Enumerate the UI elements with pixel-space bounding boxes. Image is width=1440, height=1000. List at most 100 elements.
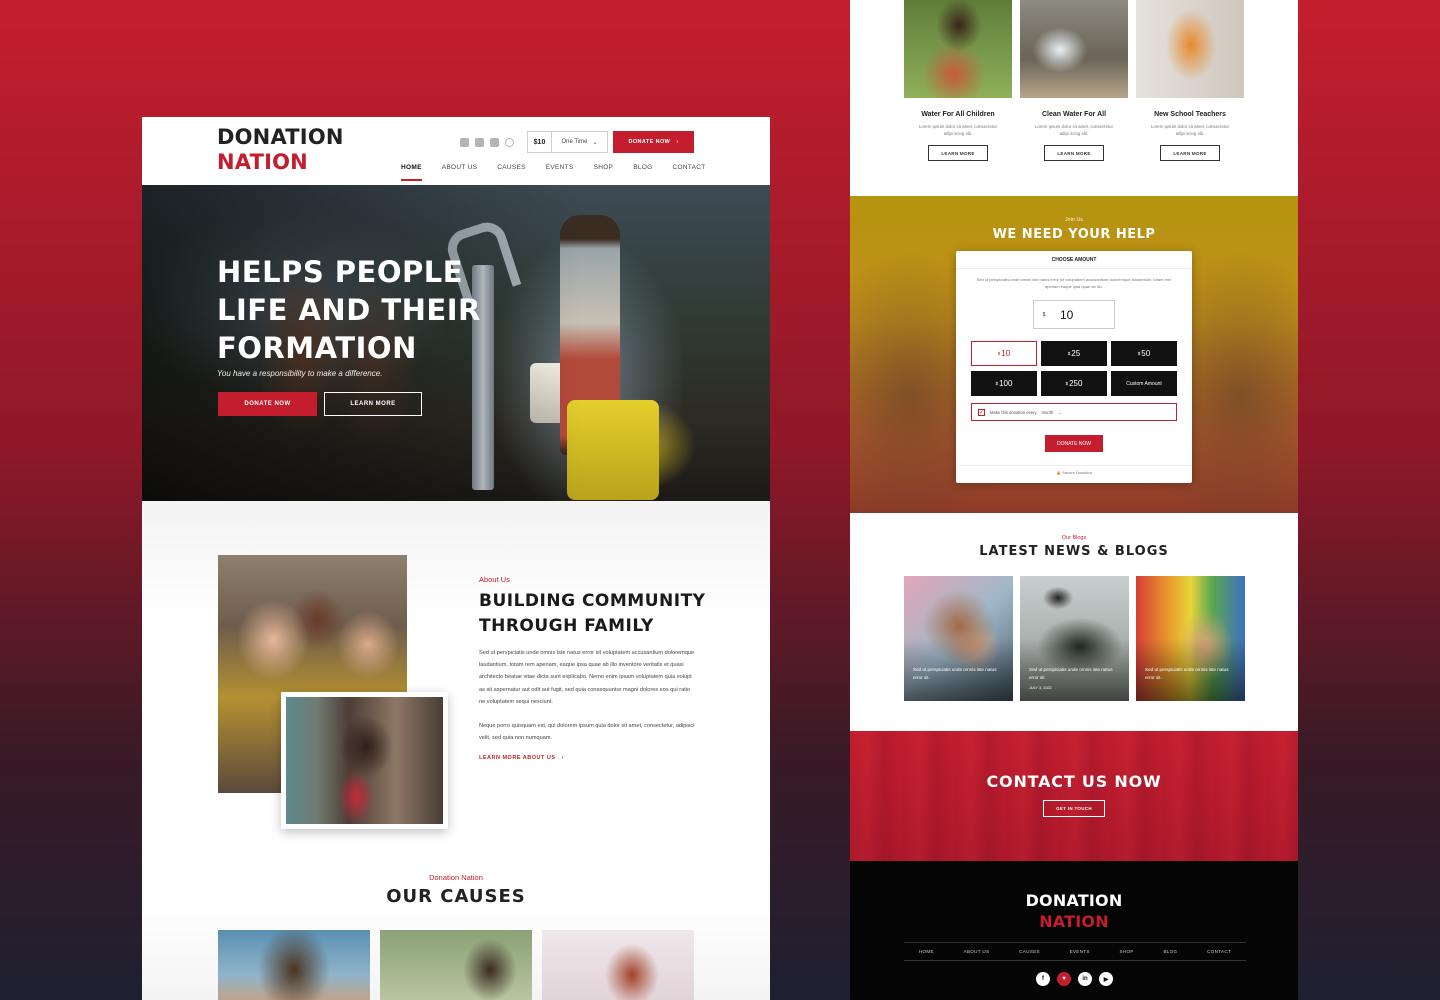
learn-more-about-link[interactable]: LEARN MORE ABOUT US › [479,755,564,761]
blog-card-overlay [1020,576,1129,701]
hero-learn-more-button[interactable]: LEARN MORE [324,392,422,416]
cause-card-image[interactable] [1020,0,1128,98]
chevron-right-icon: › [557,755,564,761]
about-eyebrow: About Us [479,575,510,584]
recurring-label: Make this donation every [990,409,1037,415]
learn-more-about-label: LEARN MORE ABOUT US [479,755,556,761]
footer-nav-events[interactable]: EVENTS [1070,949,1090,954]
amount-value: $10 [528,132,552,152]
amount-option-25[interactable]: $25 [1041,341,1107,366]
currency-symbol: $ [1137,351,1141,356]
homepage-mockup: DONATION NATION $10 One Time ⌄ DONATE NO… [142,117,770,1000]
cause-learn-more-button[interactable]: LEARN MORE [1044,145,1104,161]
facebook-icon[interactable]: f [1036,972,1050,986]
instagram-icon[interactable] [505,138,514,147]
nav-home[interactable]: HOME [401,164,422,181]
choose-amount-heading: CHOOSE AMOUNT [956,257,1192,269]
get-in-touch-button[interactable]: GET IN TOUCH [1043,800,1105,817]
hero-title: HELPS PEOPLE LIFE AND THEIR FORMATION [217,253,481,367]
header-social-icons [460,138,514,147]
currency-symbol: $ [1042,311,1046,318]
news-title: LATEST NEWS & BLOGS [979,544,1169,559]
hero-section: HELPS PEOPLE LIFE AND THEIR FORMATION Yo… [142,185,770,501]
amount-option-label: 100 [999,379,1013,388]
cause-image-2[interactable] [380,930,532,1000]
linkedin-icon[interactable]: in [1078,972,1092,986]
hero-subtitle: You have a responsibility to make a diff… [217,369,383,378]
footer-logo[interactable]: DONATION NATION [850,890,1298,932]
footer-nav-contact[interactable]: CONTACT [1207,949,1231,954]
heart-icon[interactable]: ♥ [1057,972,1071,986]
cause-card-image[interactable] [904,0,1012,98]
inner-sections-mockup: Water For All Children Clean Water For A… [850,0,1298,1000]
about-title-line-1: BUILDING COMMUNITY [479,591,706,611]
recurring-donation-toggle[interactable]: ✓ Make this donation every month ⌄ [971,403,1177,421]
site-logo[interactable]: DONATION NATION [217,125,344,175]
cause-image-3[interactable] [542,930,694,1000]
cause-learn-more-button[interactable]: LEARN MORE [928,145,988,161]
nav-blog[interactable]: BLOG [633,164,652,171]
help-eyebrow: Join Us [1064,217,1084,223]
causes-cards: Water For All Children Clean Water For A… [850,0,1298,196]
blog-card-caption: Sed ut perspiciatis unde omnis iste natu… [1029,667,1113,680]
youtube-icon[interactable]: ▶ [1099,972,1113,986]
footer-nav-blog[interactable]: BLOG [1163,949,1177,954]
footer-social-icons: f ♥ in ▶ [1036,972,1113,986]
blog-card[interactable]: Sed ut perspiciatis unde omnis iste natu… [904,576,1013,701]
footer-nav-causes[interactable]: CAUSES [1019,949,1040,954]
chevron-down-icon: ⌄ [592,139,598,146]
amount-option-custom[interactable]: Custom Amount [1111,371,1177,396]
recurring-period-select[interactable]: month [1042,410,1054,415]
cause-card-text: Lorem ipsum dolor sit amet, consectetur … [1034,124,1114,136]
frequency-select[interactable]: One Time ⌄ [552,132,607,152]
amount-option-label: 250 [1069,379,1083,388]
amount-option-100[interactable]: $100 [971,371,1037,396]
blog-card-date: JULY 3, 2022 [1029,686,1052,690]
cause-card-image[interactable] [1136,0,1244,98]
cause-card-title: Clean Water For All [1041,111,1107,118]
footer-nav-shop[interactable]: SHOP [1119,949,1133,954]
blog-card[interactable]: Sed ut perspiciatis unde omnis iste natu… [1020,576,1129,701]
chevron-down-icon: ⌄ [1058,409,1062,415]
footer-nav-home[interactable]: HOME [919,949,934,954]
nav-shop[interactable]: SHOP [594,164,614,171]
twitter-icon[interactable] [475,138,484,147]
cause-learn-more-button[interactable]: LEARN MORE [1160,145,1220,161]
donate-label: DONATE NOW [628,139,671,145]
nav-events[interactable]: EVENTS [546,164,574,171]
blog-card-overlay [904,576,1013,701]
site-header: DONATION NATION $10 One Time ⌄ DONATE NO… [142,117,770,185]
nav-causes[interactable]: CAUSES [497,164,526,171]
hero-title-line-3: FORMATION [217,331,417,365]
cause-card-title: New School Teachers [1154,111,1226,118]
blog-card[interactable]: Sed ut perspiciatis unde omnis iste natu… [1136,576,1245,701]
amount-option-label: 10 [1001,349,1011,358]
hero-donate-button[interactable]: DONATE NOW [218,392,317,416]
contact-banner: CONTACT US NOW GET IN TOUCH [850,731,1298,861]
amount-option-250[interactable]: $250 [1041,371,1107,396]
nav-about-us[interactable]: ABOUT US [442,164,478,171]
donation-amount-input[interactable]: $ 10 [1033,300,1115,329]
footer-nav-about-us[interactable]: ABOUT US [964,949,990,954]
donation-submit-button[interactable]: DONATE NOW [1045,435,1103,452]
donation-form: CHOOSE AMOUNT Sed ut perspiciatis unde o… [956,251,1192,483]
blog-card-caption: Sed ut perspiciatis unde omnis iste natu… [1145,667,1229,680]
facebook-icon[interactable] [460,138,469,147]
quick-donate-amount[interactable]: $10 One Time ⌄ [527,131,608,153]
blog-card-overlay [1136,576,1245,701]
cause-image-1[interactable] [218,930,370,1000]
amount-value: 10 [1060,307,1074,322]
amount-option-50[interactable]: $50 [1111,341,1177,366]
donation-section: Join Us WE NEED YOUR HELP CHOOSE AMOUNT … [850,196,1298,513]
contact-title: CONTACT US NOW [986,772,1162,791]
cause-card-text: Lorem ipsum dolor sit amet, consectetur … [1150,124,1230,136]
footer-logo-line-1: DONATION [1025,891,1123,910]
frequency-label: One Time [561,139,588,145]
secure-label: Secure Donation [1062,470,1092,475]
header-donate-button[interactable]: DONATE NOW › [613,131,694,153]
youtube-icon[interactable] [490,138,499,147]
amount-option-10[interactable]: $10 [971,341,1037,366]
checkbox-checked-icon[interactable]: ✓ [978,408,985,416]
help-title: WE NEED YOUR HELP [992,227,1156,242]
nav-contact[interactable]: CONTACT [672,164,705,171]
